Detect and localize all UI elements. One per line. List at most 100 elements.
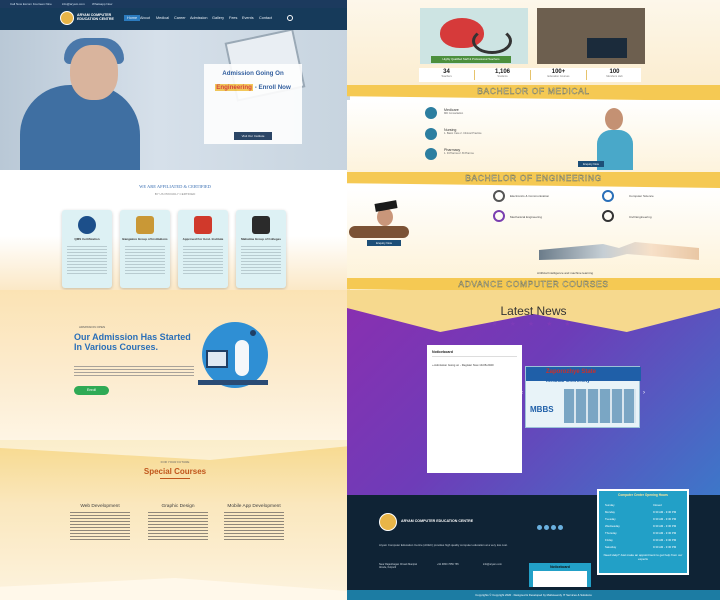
stat-label: Students <box>497 75 508 78</box>
illustration-monitor-icon <box>206 350 228 368</box>
illustration-person <box>235 340 249 376</box>
latest-news-section: Latest News ★ ★ ★ ★ ★ Noticeboard » Admi… <box>347 290 720 495</box>
laptop-icon <box>587 38 627 58</box>
hero-visit-button[interactable]: Visit Our Institute <box>234 132 272 140</box>
affiliation-card-title: QMS Certification <box>74 237 100 241</box>
hours-row: Tuesday 9:30 AM - 3:30 PM <box>605 517 683 521</box>
hours-row: Thursday 9:30 AM - 3:30 PM <box>605 531 683 535</box>
hours-day: Tuesday <box>605 517 616 521</box>
medical-item-detail: MD Consultation <box>444 112 464 115</box>
topbar-whatsapp[interactable]: Whatsapp Now <box>92 2 112 6</box>
medical-item[interactable]: Medicare MD Consultation <box>444 108 463 116</box>
photo-caption: Highly Qualified Staff & Professional Te… <box>431 56 511 63</box>
medical-item[interactable]: Pharmacy 1. D.Pharma 2. B.Pharma <box>444 148 474 156</box>
medical-enquiry-button[interactable]: Enquiry Now <box>578 161 604 167</box>
footer-logo-icon[interactable] <box>379 513 397 531</box>
hours-day: Wednesday <box>605 524 620 528</box>
hours-day: Thursday <box>605 531 617 535</box>
affiliation-card-title: Bangalore Group of Institutions <box>122 237 168 241</box>
topbar-phone[interactable]: Call Now Excom Fourteen Nine <box>10 2 52 6</box>
course-card[interactable]: Web Development <box>70 504 130 542</box>
affiliation-card-text <box>183 246 223 274</box>
noticeboard-divider <box>432 356 517 357</box>
admission-paragraph <box>74 366 194 376</box>
hero-subheadline: Engineering - Enroll Now <box>206 84 300 91</box>
medical-band-title: BACHELOR OF MEDICAL <box>477 86 590 96</box>
news-slider[interactable]: Zaporozhye State Medical University MBBS <box>525 366 641 428</box>
nav-admission[interactable]: Admission <box>190 16 208 20</box>
hours-row: Friday 9:30 AM - 3:30 PM <box>605 538 683 542</box>
left-page-column: Call Now Excom Fourteen Nine info@aryam.… <box>0 0 350 600</box>
graduate-photo <box>349 226 409 238</box>
search-icon[interactable] <box>287 15 293 21</box>
nav-medical[interactable]: Medical <box>156 16 169 20</box>
notice-item[interactable]: » Admission Going on - Register Now 19-0… <box>432 363 494 367</box>
nav-fees[interactable]: Fees <box>229 16 237 20</box>
stat-members: 100 Members Hub <box>587 69 642 78</box>
footer-description: Aryam Computer Education Centre (ACEC) p… <box>379 543 508 547</box>
medical-item-detail: 1. D.Pharma 2. B.Pharma <box>444 152 474 155</box>
admission-section: ADMISSION OPEN Our Admission Has Started… <box>0 290 350 440</box>
topbar-email[interactable]: info@aryam.com <box>62 2 85 6</box>
engineering-item[interactable]: Mechanical Engineering <box>510 215 542 219</box>
medical-section: Medicare MD Consultation Nursing 1. Basic … <box>347 100 720 172</box>
nurse-photo-face <box>605 108 623 130</box>
affiliations-title: WE ARE AFFILIATED & CERTIFIED <box>139 184 211 189</box>
logo-emblem-icon <box>60 11 74 25</box>
hours-time: 9:30 AM - 3:30 PM <box>653 531 677 535</box>
noticeboard-title: Noticeboard <box>432 350 453 354</box>
affiliation-card[interactable]: Approved For Govt. Institute <box>178 210 228 288</box>
hero-headline: Admission Going On <box>222 70 284 77</box>
hours-time: 9:30 AM - 3:30 PM <box>653 545 677 549</box>
site-logo[interactable]: ARYAM COMPUTER EDUCATION CENTRE <box>60 11 120 27</box>
hours-time: Closed <box>653 503 662 507</box>
medical-item-detail: 1. Basic Care 2. Clinical Practice <box>444 132 482 135</box>
stat-teachers: 34 Teachers <box>419 69 474 78</box>
affiliation-card[interactable]: Mahatma Group of Colleges <box>236 210 286 288</box>
engineering-enquiry-button[interactable]: Enquiry Now <box>367 240 401 246</box>
course-card[interactable]: Graphic Design <box>148 504 208 542</box>
nav-career[interactable]: Career <box>174 16 186 20</box>
medical-item[interactable]: Nursing 1. Basic Care 2. Clinical Practic… <box>444 128 482 136</box>
footer-email[interactable]: info@aryam.com <box>483 563 523 566</box>
footer-phone[interactable]: +91 9800 7656 765 <box>437 563 477 566</box>
nav-events[interactable]: Events <box>242 16 254 20</box>
engineering-band-title: BACHELOR OF ENGINEERING <box>465 173 602 183</box>
nav-contact[interactable]: Contact <box>259 16 272 20</box>
youtube-icon[interactable] <box>558 525 563 530</box>
hours-row: Wednesday 9:30 AM - 3:30 PM <box>605 524 683 528</box>
stat-students: 1,106 Students <box>475 69 530 78</box>
engineering-item[interactable]: Electronics & Communication <box>510 194 549 198</box>
hero-admission-panel: Admission Going On Engineering - Enroll … <box>204 64 302 144</box>
stat-courses: 100+ Education Courses <box>531 69 586 78</box>
nav-about[interactable]: About <box>140 16 150 20</box>
footer-noticeboard-body <box>533 571 587 587</box>
slider-prev-icon[interactable]: ‹ <box>521 390 523 396</box>
instagram-icon[interactable] <box>551 525 556 530</box>
circuit-icon <box>493 190 505 202</box>
affiliation-card-title: Mahatma Group of Colleges <box>241 237 281 241</box>
nav-home[interactable]: Home <box>124 15 141 21</box>
hours-day: Sunday <box>605 503 615 507</box>
hours-day: Friday <box>605 538 613 542</box>
affiliation-card[interactable]: Bangalore Group of Institutions <box>120 210 170 288</box>
mahatma-crest-icon <box>252 216 270 234</box>
hero-highlight: Engineering <box>215 84 253 91</box>
footer-noticeboard-title: Noticeboard <box>550 565 570 569</box>
govt-emblem-icon <box>194 216 212 234</box>
social-links <box>537 517 565 535</box>
facebook-icon[interactable] <box>537 525 542 530</box>
top-contact-bar: Call Now Excom Fourteen Nine info@aryam.… <box>0 0 350 8</box>
affiliation-card[interactable]: QMS Certification <box>62 210 112 288</box>
qms-logo-icon <box>78 216 96 234</box>
engineering-item[interactable]: Civil Engineering <box>629 215 652 219</box>
engineering-item[interactable]: Computer Science <box>629 194 654 198</box>
slider-next-icon[interactable]: › <box>643 390 645 396</box>
help-text[interactable]: Need Help? Just make an appointment to g… <box>599 553 687 561</box>
robot-human-hands-image <box>539 242 699 260</box>
course-card[interactable]: Mobile App Development <box>224 504 284 542</box>
admission-enroll-button[interactable]: Enroll <box>74 386 109 395</box>
nav-gallery[interactable]: Gallery <box>212 16 224 20</box>
twitter-icon[interactable] <box>544 525 549 530</box>
hours-day: Saturday <box>605 545 617 549</box>
